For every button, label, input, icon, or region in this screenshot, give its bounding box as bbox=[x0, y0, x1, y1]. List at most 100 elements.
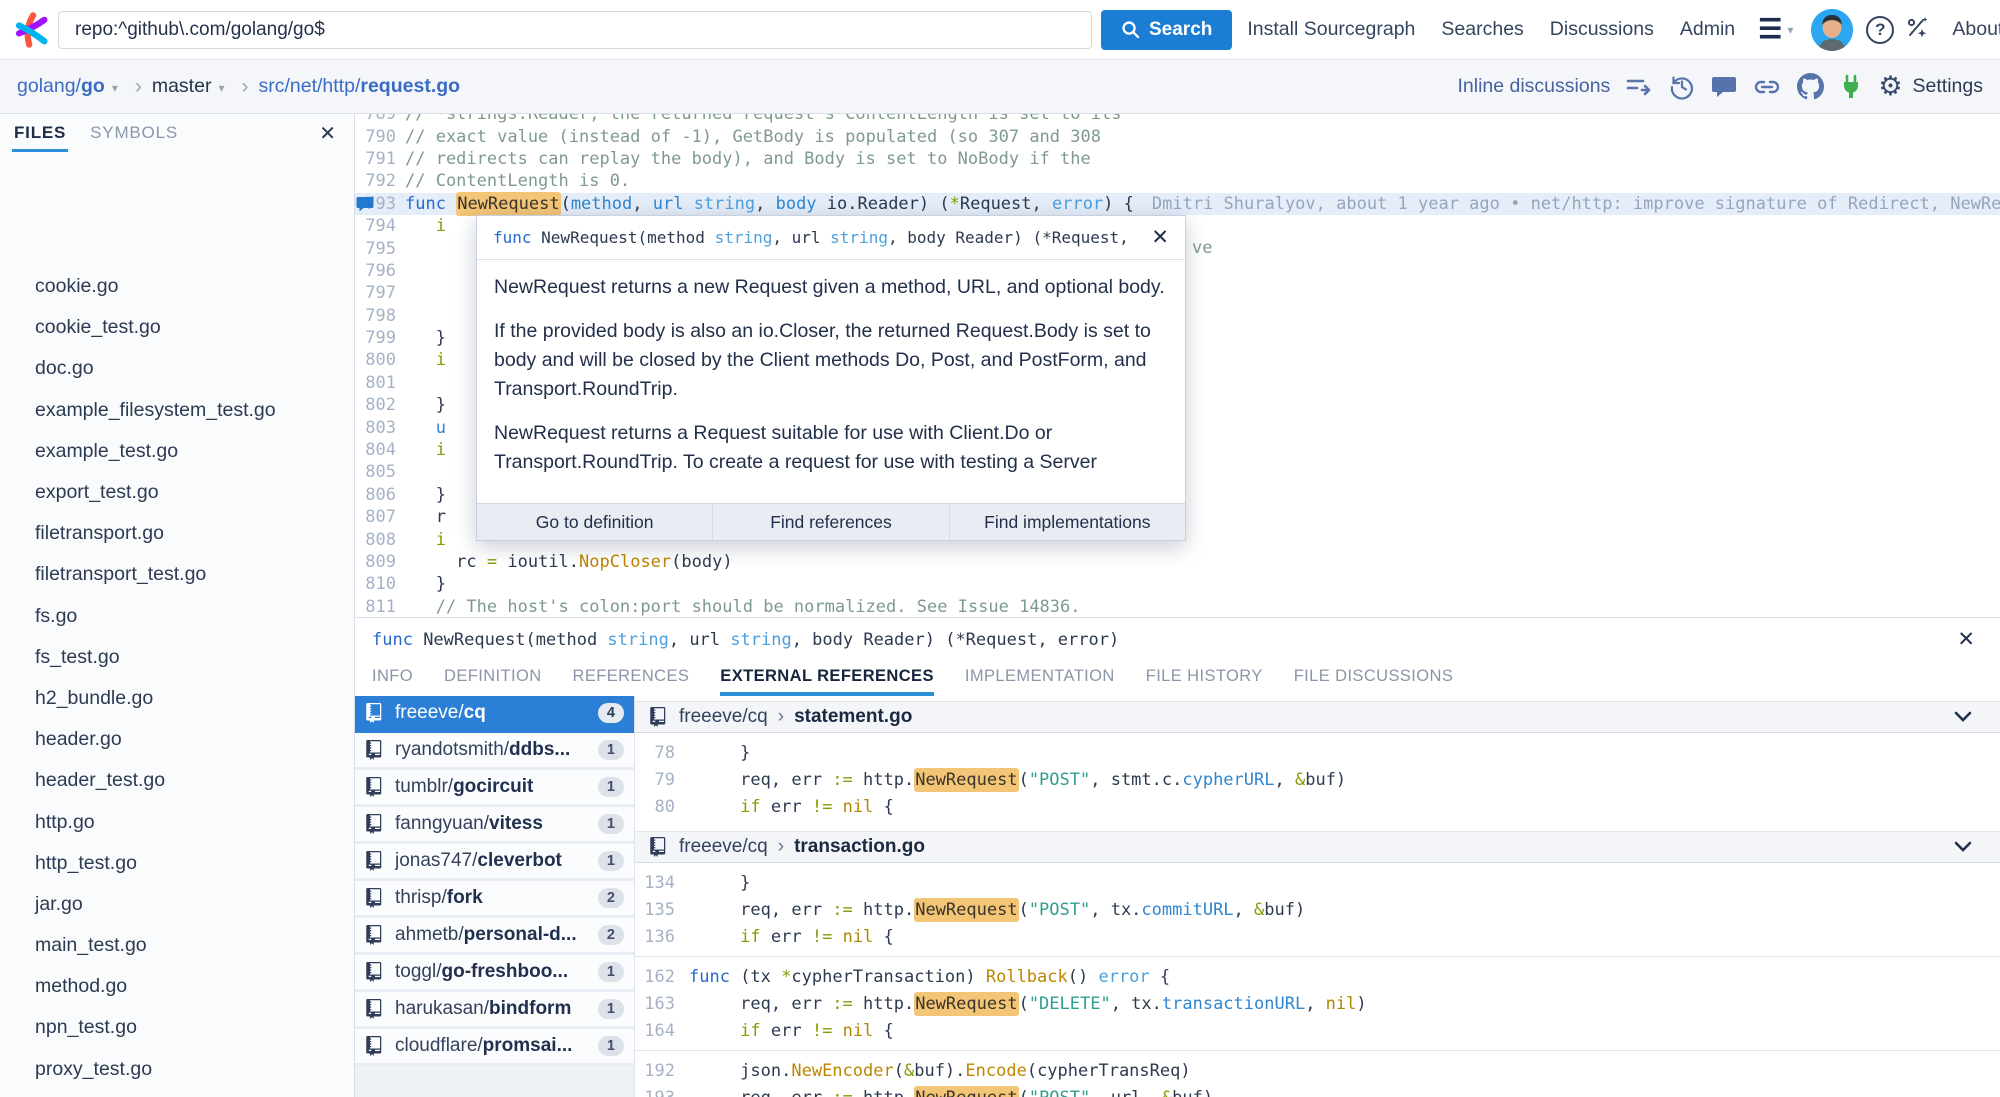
file-item[interactable]: main_test.go bbox=[0, 925, 354, 966]
repo-item[interactable]: harukasan/bindform 1 bbox=[355, 992, 634, 1029]
file-item[interactable]: range_test.go bbox=[0, 1090, 354, 1097]
line-number[interactable]: 805 bbox=[355, 462, 396, 482]
line-number[interactable]: 804 bbox=[355, 440, 396, 460]
reference-line[interactable]: 79 req, err := http.NewRequest("POST", s… bbox=[635, 766, 2000, 793]
repo-item[interactable]: jonas747/cleverbot 1 bbox=[355, 844, 634, 881]
line-number[interactable]: 802 bbox=[355, 395, 396, 415]
find-implementations-button[interactable]: Find implementations bbox=[948, 503, 1185, 540]
line-number[interactable]: 807 bbox=[355, 507, 396, 527]
repo-item[interactable]: toggl/go-freshboo... 1 bbox=[355, 955, 634, 992]
reference-group-header[interactable]: freeeve/cq › statement.go bbox=[635, 701, 2000, 733]
breadcrumb-repo[interactable]: golang/go bbox=[17, 75, 105, 98]
panel-tab-external-references[interactable]: EXTERNAL REFERENCES bbox=[720, 661, 934, 696]
line-number[interactable]: 798 bbox=[355, 306, 396, 326]
line-number[interactable]: 795 bbox=[355, 239, 396, 259]
line-number[interactable]: 193 bbox=[635, 1088, 675, 1097]
search-input[interactable] bbox=[58, 10, 1092, 49]
go-to-definition-button[interactable]: Go to definition bbox=[477, 503, 713, 540]
highlighted-token[interactable]: NewRequest bbox=[914, 767, 1019, 792]
line-number[interactable]: 80 bbox=[635, 797, 675, 817]
line-number[interactable]: 791 bbox=[355, 149, 396, 169]
avatar[interactable] bbox=[1811, 8, 1854, 51]
chevron-down-icon[interactable] bbox=[1953, 711, 1973, 723]
file-item[interactable]: header_test.go bbox=[0, 760, 354, 801]
file-item[interactable]: fs_test.go bbox=[0, 637, 354, 678]
line-number[interactable]: 164 bbox=[635, 1021, 675, 1041]
line-number[interactable]: 789 bbox=[355, 114, 396, 124]
line-number[interactable]: 78 bbox=[635, 743, 675, 763]
line-number[interactable]: 794 bbox=[355, 216, 396, 236]
tab-files[interactable]: FILES bbox=[11, 114, 69, 152]
highlighted-token[interactable]: NewRequest bbox=[914, 991, 1019, 1016]
code-line[interactable]: 810 } bbox=[355, 573, 2000, 595]
hamburger-menu[interactable]: ☰ ▾ bbox=[1748, 16, 1799, 43]
help-icon[interactable]: ? bbox=[1866, 15, 1895, 44]
sourcegraph-logo-icon[interactable] bbox=[14, 11, 50, 48]
nav-admin[interactable]: Admin bbox=[1667, 18, 1748, 41]
line-number[interactable]: 801 bbox=[355, 373, 396, 393]
panel-tab-info[interactable]: INFO bbox=[372, 661, 413, 696]
line-number[interactable]: 803 bbox=[355, 418, 396, 438]
line-number[interactable]: 800 bbox=[355, 350, 396, 370]
reference-group-header[interactable]: freeeve/cq › transaction.go bbox=[635, 831, 2000, 863]
tooltip-close-icon[interactable]: ✕ bbox=[1151, 225, 1169, 250]
inline-discussions-toggle-icon[interactable] bbox=[1626, 76, 1653, 98]
close-icon[interactable]: ✕ bbox=[319, 121, 336, 146]
settings-label[interactable]: Settings bbox=[1913, 75, 1983, 98]
repo-item[interactable]: ahmetb/personal-d... 2 bbox=[355, 918, 634, 955]
tab-symbols[interactable]: SYMBOLS bbox=[90, 114, 178, 152]
line-number[interactable]: 135 bbox=[635, 900, 675, 920]
repo-item[interactable]: ryandotsmith/ddbs... 1 bbox=[355, 733, 634, 770]
repo-item[interactable]: freeeve/cq 4 bbox=[355, 696, 634, 733]
file-item[interactable]: jar.go bbox=[0, 884, 354, 925]
file-item[interactable]: example_test.go bbox=[0, 431, 354, 472]
line-number[interactable]: 79 bbox=[635, 770, 675, 790]
repo-caret-icon[interactable]: ▾ bbox=[112, 81, 118, 95]
file-item[interactable]: npn_test.go bbox=[0, 1007, 354, 1048]
line-number[interactable]: 792 bbox=[355, 171, 396, 191]
file-item[interactable]: cookie.go bbox=[0, 266, 354, 307]
code-line[interactable]: 789 // *strings.Reader, the returned requ… bbox=[355, 114, 2000, 125]
file-item[interactable]: h2_bundle.go bbox=[0, 678, 354, 719]
line-number[interactable]: 808 bbox=[355, 530, 396, 550]
line-number[interactable]: 162 bbox=[635, 967, 675, 987]
line-number[interactable]: 790 bbox=[355, 127, 396, 147]
line-number[interactable]: 134 bbox=[635, 873, 675, 893]
file-item[interactable]: http_test.go bbox=[0, 843, 354, 884]
panel-close-icon[interactable]: ✕ bbox=[1957, 627, 1975, 652]
line-number[interactable]: 163 bbox=[635, 994, 675, 1014]
reference-line[interactable]: 135 req, err := http.NewRequest("POST", … bbox=[635, 896, 2000, 923]
highlighted-token[interactable]: NewRequest bbox=[914, 897, 1019, 922]
file-item[interactable]: filetransport.go bbox=[0, 513, 354, 554]
discussion-bubble-icon[interactable] bbox=[356, 195, 374, 213]
reference-line[interactable]: 164 if err != nil { bbox=[635, 1017, 2000, 1044]
file-item[interactable]: http.go bbox=[0, 801, 354, 842]
line-number[interactable]: 809 bbox=[355, 552, 396, 572]
line-number[interactable]: 810 bbox=[355, 574, 396, 594]
panel-tab-file-history[interactable]: FILE HISTORY bbox=[1146, 661, 1263, 696]
reference-line[interactable]: 162 func (tx *cypherTransaction) Rollback… bbox=[635, 963, 2000, 990]
panel-tab-definition[interactable]: DEFINITION bbox=[444, 661, 542, 696]
rev-caret-icon[interactable]: ▾ bbox=[218, 81, 224, 95]
code-line[interactable]: 790 // exact value (instead of -1), GetBo… bbox=[355, 125, 2000, 147]
breadcrumb-rev[interactable]: master bbox=[152, 75, 212, 98]
panel-tab-file-discussions[interactable]: FILE DISCUSSIONS bbox=[1294, 661, 1454, 696]
file-item[interactable]: header.go bbox=[0, 719, 354, 760]
nav-install-sourcegraph[interactable]: Install Sourcegraph bbox=[1234, 18, 1428, 41]
reference-line[interactable]: 78 } bbox=[635, 739, 2000, 766]
code-line[interactable]: 811 // The host's colon:port should be n… bbox=[355, 596, 2000, 617]
plug-icon[interactable] bbox=[1840, 74, 1862, 100]
reference-line[interactable]: 134 } bbox=[635, 869, 2000, 896]
panel-tab-references[interactable]: REFERENCES bbox=[573, 661, 690, 696]
code-line[interactable]: 792 // ContentLength is 0. bbox=[355, 170, 2000, 192]
line-number[interactable]: 806 bbox=[355, 485, 396, 505]
repo-item[interactable]: cloudflare/promsai... 1 bbox=[355, 1029, 634, 1066]
search-button[interactable]: Search bbox=[1101, 9, 1233, 50]
inline-discussions-label[interactable]: Inline discussions bbox=[1457, 75, 1610, 98]
panel-tab-implementation[interactable]: IMPLEMENTATION bbox=[965, 661, 1115, 696]
file-item[interactable]: proxy_test.go bbox=[0, 1049, 354, 1090]
line-number[interactable]: 811 bbox=[355, 597, 396, 617]
history-icon[interactable] bbox=[1669, 74, 1695, 100]
file-item[interactable]: example_filesystem_test.go bbox=[0, 390, 354, 431]
file-item[interactable]: cookie_test.go bbox=[0, 307, 354, 348]
